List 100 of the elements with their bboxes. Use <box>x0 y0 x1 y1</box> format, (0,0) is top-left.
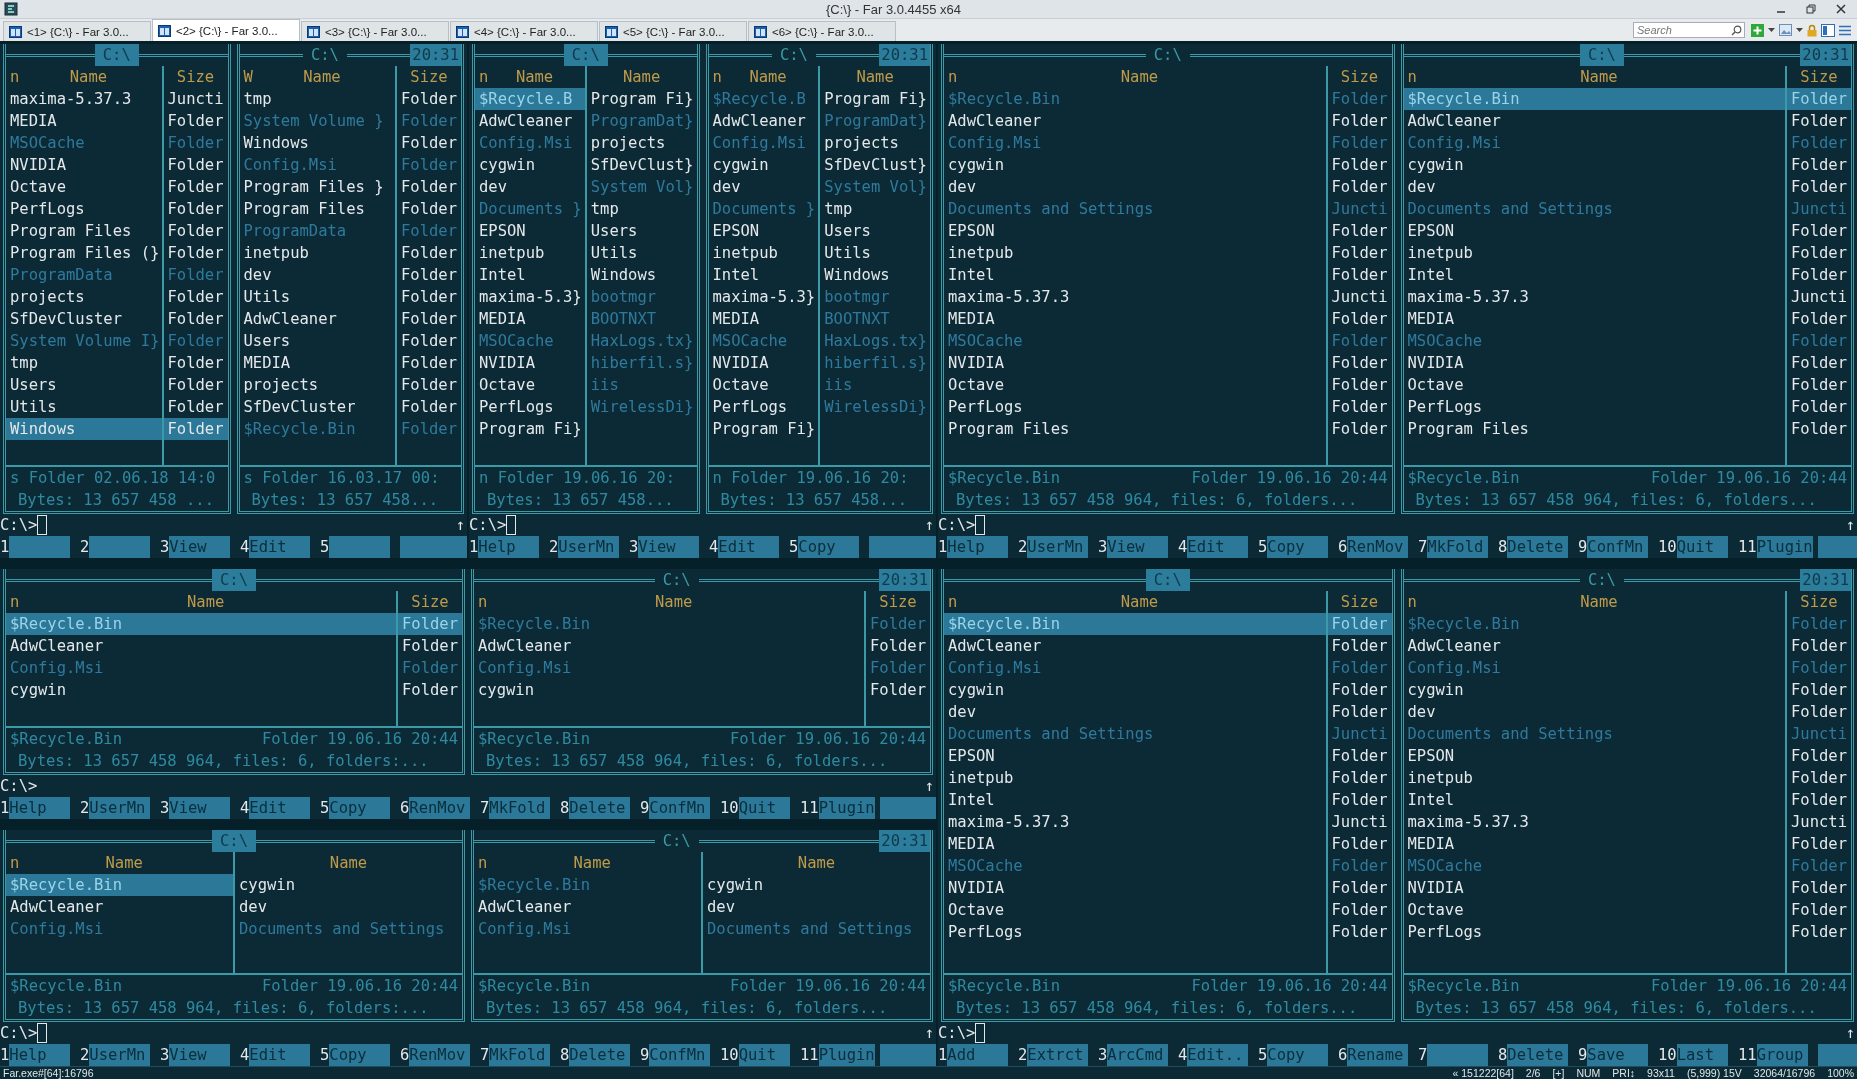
file-name[interactable]: NVIDIA <box>708 352 819 374</box>
file-name[interactable]: dev <box>1403 176 1785 198</box>
picture-icon[interactable] <box>1779 24 1792 36</box>
file-name[interactable]: AdwCleaner <box>1403 110 1785 132</box>
search-field[interactable]: Search <box>1633 22 1745 38</box>
file-name[interactable]: inetpub <box>708 242 819 264</box>
scroll-arrow[interactable]: ↑ <box>924 775 936 797</box>
file-name[interactable]: PerfLogs <box>1403 921 1785 943</box>
file-name[interactable]: cygwin <box>708 154 819 176</box>
scroll-arrow[interactable]: ↑ <box>924 1022 936 1044</box>
file-name[interactable]: MEDIA <box>944 833 1326 855</box>
file-name[interactable]: EPSON <box>944 220 1326 242</box>
file-name[interactable]: projects <box>6 286 162 308</box>
file-name[interactable]: dev <box>239 264 395 286</box>
file-name[interactable]: Program Files <box>944 418 1326 440</box>
console-tab[interactable]: <4> {C:\} - Far 3.0... <box>450 21 598 41</box>
file-name[interactable]: cygwin <box>703 874 930 896</box>
file-name[interactable]: MEDIA <box>239 352 395 374</box>
console-tab[interactable]: <2> {C:\} - Far 3.0... <box>152 19 300 41</box>
file-name[interactable]: SfDevClust} <box>586 154 697 176</box>
file-name[interactable]: AdwCleaner <box>944 635 1326 657</box>
file-name[interactable]: dev <box>944 176 1326 198</box>
file-name[interactable]: SfDevCluster <box>6 308 162 330</box>
menu-icon[interactable] <box>1839 24 1851 36</box>
file-name[interactable]: NVIDIA <box>944 877 1326 899</box>
file-name[interactable]: AdwCleaner <box>474 896 701 918</box>
scroll-arrow[interactable]: ↑ <box>1845 1022 1857 1044</box>
file-name[interactable]: Windows <box>239 132 395 154</box>
file-name[interactable]: dev <box>235 896 462 918</box>
file-name[interactable]: MEDIA <box>475 308 585 330</box>
file-name[interactable]: dev <box>1403 701 1785 723</box>
file-name[interactable]: cygwin <box>944 679 1326 701</box>
file-name[interactable]: PerfLogs <box>944 396 1326 418</box>
file-name[interactable]: PerfLogs <box>708 396 819 418</box>
file-name[interactable]: AdwCleaner <box>474 635 864 657</box>
file-name[interactable]: Users <box>6 374 162 396</box>
file-name[interactable]: MEDIA <box>708 308 819 330</box>
file-name[interactable]: Windows <box>820 264 930 286</box>
file-name[interactable]: Octave <box>1403 899 1785 921</box>
file-name[interactable]: MEDIA <box>1403 833 1785 855</box>
panel-icon[interactable] <box>1821 23 1835 37</box>
file-name[interactable]: AdwCleaner <box>708 110 819 132</box>
file-name[interactable]: Users <box>239 330 395 352</box>
file-name[interactable]: Utils <box>6 396 162 418</box>
file-name[interactable]: MEDIA <box>944 308 1326 330</box>
file-name[interactable]: Intel <box>1403 264 1785 286</box>
file-name[interactable]: dev <box>944 701 1326 723</box>
file-name[interactable]: Windows <box>586 264 697 286</box>
file-name[interactable]: PerfLogs <box>944 921 1326 943</box>
file-name[interactable]: Program Fi} <box>708 418 819 440</box>
file-name[interactable]: Program Fi} <box>475 418 585 440</box>
file-name[interactable]: projects <box>239 374 395 396</box>
file-name[interactable]: NVIDIA <box>475 352 585 374</box>
file-name[interactable]: Intel <box>475 264 585 286</box>
file-name[interactable]: AdwCleaner <box>1403 635 1785 657</box>
file-name[interactable]: Octave <box>475 374 585 396</box>
file-name[interactable]: Intel <box>1403 789 1785 811</box>
file-name[interactable]: inetpub <box>1403 767 1785 789</box>
file-name[interactable]: Intel <box>944 264 1326 286</box>
command-prompt[interactable]: C:\> <box>938 1022 976 1044</box>
file-name[interactable]: MEDIA <box>6 110 162 132</box>
file-name[interactable]: Utils <box>586 242 697 264</box>
caret-icon[interactable] <box>1768 28 1775 32</box>
file-name[interactable]: tmp <box>586 198 697 220</box>
file-name[interactable]: Program Files (} <box>6 242 162 264</box>
file-name[interactable]: maxima-5.3} <box>475 286 585 308</box>
file-name[interactable]: Octave <box>944 374 1326 396</box>
file-name[interactable]: Program Fi} <box>820 88 930 110</box>
scroll-arrow[interactable]: ↑ <box>455 514 467 536</box>
file-name[interactable]: NVIDIA <box>1403 877 1785 899</box>
file-name[interactable]: inetpub <box>1403 242 1785 264</box>
console-tab[interactable]: <3> {C:\} - Far 3.0... <box>301 21 449 41</box>
file-name[interactable]: inetpub <box>239 242 395 264</box>
file-name[interactable]: Octave <box>944 899 1326 921</box>
console-tab[interactable]: <1> {C:\} - Far 3.0... <box>3 21 151 41</box>
file-name[interactable]: Windows <box>6 418 162 440</box>
file-name[interactable]: AdwCleaner <box>944 110 1326 132</box>
file-name[interactable]: PerfLogs <box>6 198 162 220</box>
file-name[interactable]: SfDevClust} <box>820 154 930 176</box>
file-name[interactable]: dev <box>475 176 585 198</box>
file-name[interactable]: inetpub <box>475 242 585 264</box>
file-name[interactable]: Program Files <box>1403 418 1785 440</box>
file-name[interactable]: Users <box>586 220 697 242</box>
file-name[interactable]: EPSON <box>1403 220 1785 242</box>
file-name[interactable]: cygwin <box>235 874 462 896</box>
command-prompt[interactable]: C:\> <box>469 514 507 536</box>
file-name[interactable]: SfDevCluster <box>239 396 395 418</box>
file-name[interactable]: tmp <box>239 88 395 110</box>
file-name[interactable]: inetpub <box>944 767 1326 789</box>
scroll-arrow[interactable]: ↑ <box>924 514 936 536</box>
file-name[interactable]: Utils <box>239 286 395 308</box>
file-name[interactable]: inetpub <box>944 242 1326 264</box>
file-name[interactable]: cygwin <box>1403 679 1785 701</box>
command-prompt[interactable]: C:\> <box>938 514 976 536</box>
command-prompt[interactable]: C:\> <box>0 1022 38 1044</box>
file-name[interactable]: dev <box>703 896 930 918</box>
file-name[interactable]: cygwin <box>6 679 396 701</box>
file-name[interactable]: NVIDIA <box>944 352 1326 374</box>
file-name[interactable]: MEDIA <box>1403 308 1785 330</box>
command-prompt[interactable]: C:\> <box>0 514 38 536</box>
